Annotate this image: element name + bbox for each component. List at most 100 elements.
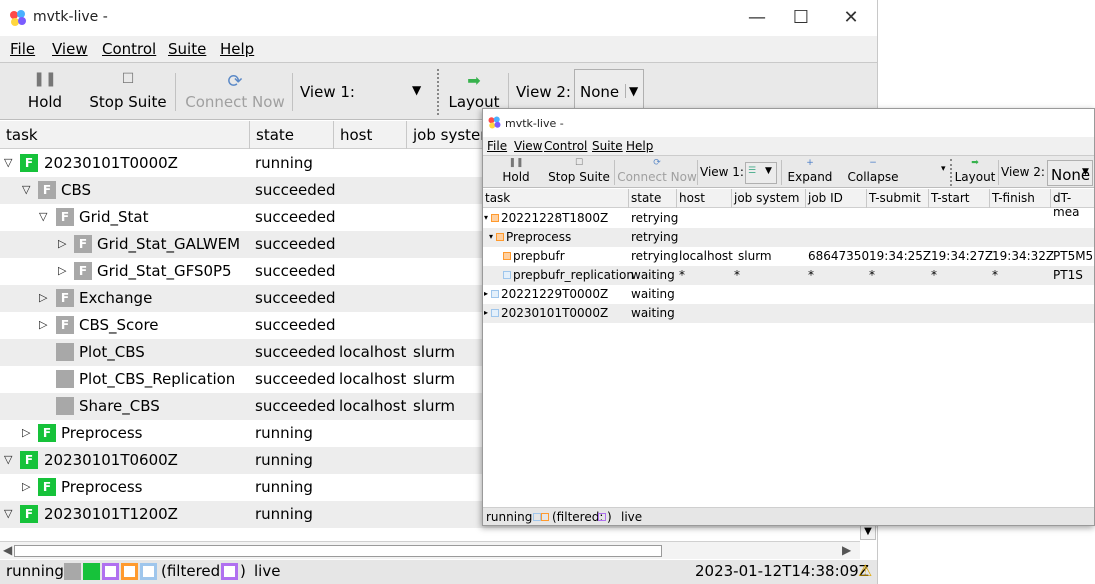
task-state: succeeded <box>255 208 336 226</box>
collapse-icon[interactable]: ▾ <box>489 232 493 241</box>
view2-selector[interactable]: None ▼ <box>1047 160 1093 186</box>
menu-control[interactable]: Control <box>102 40 156 58</box>
live-label: live <box>254 562 281 580</box>
column-divider[interactable] <box>866 189 867 208</box>
task-name: Plot_CBS <box>79 343 145 361</box>
task-state-icon <box>503 271 511 279</box>
menu-view[interactable]: View <box>514 139 542 153</box>
expand-icon[interactable]: ▷ <box>58 264 66 277</box>
view1-selector[interactable]: View 1: ▼ <box>296 77 430 107</box>
menu-suite[interactable]: Suite <box>168 40 206 58</box>
task-t-submit: 19:34:25Z <box>869 249 932 263</box>
col-t-start[interactable]: T-start <box>931 191 970 205</box>
refresh-icon: ⟳ <box>653 158 661 168</box>
close-button[interactable]: ✕ <box>839 6 863 30</box>
collapse-icon[interactable]: ▽ <box>39 210 47 223</box>
status-bar: running (filtered: ) live 2023-01-12T14:… <box>0 560 877 584</box>
live-label: live <box>621 510 643 524</box>
menu-view[interactable]: View <box>52 40 88 58</box>
menu-bar: File View Control Suite Help <box>0 36 877 62</box>
stop-suite-button[interactable]: ☐ Stop Suite <box>547 156 611 184</box>
col-host[interactable]: host <box>679 191 705 205</box>
column-divider[interactable] <box>1050 189 1051 208</box>
stop-suite-button[interactable]: ☐ Stop Suite <box>88 71 168 111</box>
task-name: Preprocess <box>506 230 572 244</box>
minimize-button[interactable]: — <box>745 6 769 30</box>
menu-file[interactable]: File <box>487 139 507 153</box>
col-job-system[interactable]: job system <box>734 191 800 205</box>
col-state[interactable]: state <box>631 191 661 205</box>
collapse-icon[interactable]: ▽ <box>22 183 30 196</box>
collapse-icon[interactable]: ▾ <box>484 213 488 222</box>
column-divider[interactable] <box>928 189 929 208</box>
expand-icon[interactable]: ▸ <box>484 289 488 298</box>
maximize-button[interactable]: ☐ <box>789 6 813 30</box>
expand-icon[interactable]: ▷ <box>39 291 47 304</box>
col-host[interactable]: host <box>340 126 372 144</box>
expand-label: Expand <box>787 170 833 184</box>
menu-help[interactable]: Help <box>626 139 653 153</box>
table-row[interactable]: ▸ 20230101T0000Z waiting <box>483 304 1094 323</box>
expand-icon[interactable]: ▷ <box>39 318 47 331</box>
col-state[interactable]: state <box>256 126 294 144</box>
expand-button[interactable]: + Expand <box>785 156 835 184</box>
filter-swatch <box>598 513 606 521</box>
connect-now-button[interactable]: ⟳ Connect Now <box>184 71 286 111</box>
col-job-system[interactable]: job systen <box>413 126 490 144</box>
menu-control[interactable]: Control <box>544 139 587 153</box>
scroll-down-icon[interactable]: ▼ <box>860 524 876 540</box>
scroll-left-icon[interactable]: ◀ <box>3 543 12 557</box>
warning-icon[interactable]: ⚠ <box>858 561 872 580</box>
collapse-icon[interactable]: ▽ <box>4 507 12 520</box>
menu-file[interactable]: File <box>10 40 35 58</box>
collapse-icon[interactable]: ▽ <box>4 453 12 466</box>
family-icon: F <box>38 478 56 496</box>
column-divider[interactable] <box>989 189 990 208</box>
scroll-thumb[interactable] <box>14 545 662 557</box>
table-row[interactable]: ▾ 20221228T1800Z retrying <box>483 209 1094 228</box>
column-divider[interactable] <box>406 121 407 149</box>
menu-suite[interactable]: Suite <box>592 139 623 153</box>
table-row[interactable]: prepbufr retrying localhost slurm 686473… <box>483 247 1094 266</box>
expand-icon[interactable]: ▷ <box>22 480 30 493</box>
scroll-right-icon[interactable]: ▶ <box>842 543 851 557</box>
table-row[interactable]: ▾ Preprocess retrying <box>483 228 1094 247</box>
view2-selector[interactable]: None ▼ <box>574 69 644 113</box>
expand-icon[interactable]: ▸ <box>484 308 488 317</box>
column-divider[interactable] <box>805 189 806 208</box>
layout-button[interactable]: ➡ Layout <box>446 71 502 111</box>
column-divider[interactable] <box>676 189 677 208</box>
stop-suite-label: Stop Suite <box>548 170 610 184</box>
task-name: 20230101T0600Z <box>44 451 178 469</box>
task-state-icon <box>491 290 499 298</box>
task-state: waiting <box>631 306 675 320</box>
expand-icon[interactable]: ▷ <box>22 426 30 439</box>
refresh-icon: ⟳ <box>227 71 243 92</box>
connect-now-label: Connect Now <box>617 170 697 184</box>
table-row[interactable]: prepbufr_replication waiting * * * * * *… <box>483 266 1094 285</box>
col-t-finish[interactable]: T-finish <box>992 191 1035 205</box>
expand-icon[interactable]: ▷ <box>58 237 66 250</box>
col-t-submit[interactable]: T-submit <box>869 191 921 205</box>
hold-button[interactable]: ❚❚ Hold <box>497 156 535 184</box>
col-job-id[interactable]: job ID <box>808 191 843 205</box>
col-task[interactable]: task <box>485 191 510 205</box>
column-divider[interactable] <box>731 189 732 208</box>
plus-icon: + <box>806 158 814 168</box>
collapse-icon[interactable]: ▽ <box>4 156 12 169</box>
menu-help[interactable]: Help <box>220 40 254 58</box>
view1-selector[interactable]: ☰ ▼ <box>745 162 777 184</box>
hold-button[interactable]: ❚❚ Hold <box>18 71 72 111</box>
column-divider[interactable] <box>249 121 250 149</box>
table-row[interactable]: ▸ 20221229T0000Z waiting <box>483 285 1094 304</box>
toolbar-menu[interactable]: ▾ <box>941 162 949 184</box>
layout-button[interactable]: ➡ Layout <box>953 156 997 184</box>
connect-now-button[interactable]: ⟳ Connect Now <box>617 156 697 184</box>
column-divider[interactable] <box>628 189 629 208</box>
toolbar-grip[interactable] <box>437 69 441 115</box>
collapse-button[interactable]: − Collapse <box>843 156 903 184</box>
horizontal-scrollbar[interactable]: ◀ ▶ <box>0 541 860 559</box>
family-icon: F <box>20 451 38 469</box>
col-task[interactable]: task <box>6 126 38 144</box>
column-divider[interactable] <box>333 121 334 149</box>
